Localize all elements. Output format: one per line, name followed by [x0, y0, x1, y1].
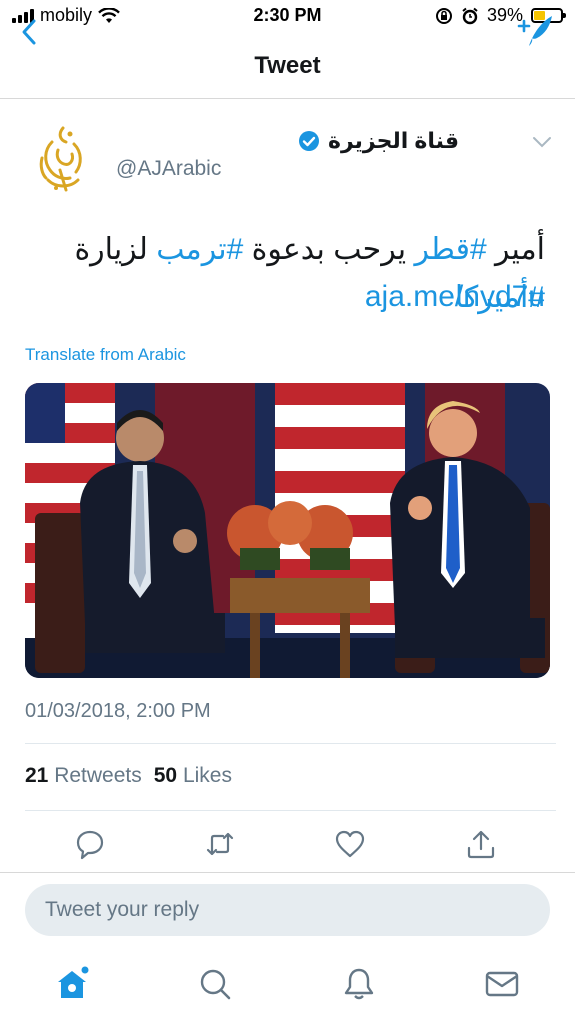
home-icon[interactable] [54, 966, 90, 1002]
tweet-link[interactable]: aja.me/nvd7u [365, 280, 545, 314]
author-name[interactable]: قناة الجزيرة [328, 128, 459, 154]
retweets-label: Retweets [54, 764, 142, 787]
retweets-stat[interactable]: 21 Retweets [25, 764, 142, 788]
search-icon[interactable] [197, 966, 233, 1002]
back-chevron-icon[interactable] [14, 16, 46, 48]
verified-badge-icon [298, 131, 319, 151]
like-icon[interactable] [334, 828, 366, 860]
retweets-count: 21 [25, 764, 49, 787]
avatar[interactable] [30, 122, 96, 194]
rotation-lock-icon [435, 7, 452, 24]
tweet-photo[interactable] [25, 383, 550, 678]
hashtag-link[interactable]: #ترمب [156, 233, 243, 266]
tweet-stats: 21 Retweets 50 Likes [25, 764, 232, 788]
reply-field[interactable] [25, 884, 550, 936]
alarm-icon [462, 7, 478, 24]
text-part: يرحب بدعوة [243, 233, 415, 266]
author-handle[interactable]: @AJArabic [116, 157, 221, 181]
messages-icon[interactable] [484, 966, 520, 1002]
author-name-row: قناة الجزيرة [298, 128, 459, 154]
page-title: Tweet [254, 52, 321, 79]
reply-input[interactable] [25, 884, 545, 936]
reply-icon[interactable] [74, 828, 106, 860]
share-icon[interactable] [465, 828, 497, 860]
divider [25, 743, 556, 744]
translate-link[interactable]: Translate from Arabic [25, 345, 186, 365]
status-bar: mobily 2:30 PM 39% [0, 0, 575, 34]
nav-bar: Tweet [0, 34, 575, 99]
likes-stat[interactable]: 50 Likes [154, 764, 232, 788]
notifications-icon[interactable] [341, 966, 377, 1002]
divider [25, 810, 556, 811]
likes-label: Likes [182, 764, 232, 787]
chevron-down-icon[interactable] [530, 132, 554, 152]
text-part: أمير [486, 233, 545, 266]
compose-tweet-icon[interactable] [515, 12, 555, 50]
likes-count: 50 [153, 764, 178, 787]
text-part: لزيارة [74, 233, 157, 266]
tweet-timestamp: 01/03/2018, 2:00 PM [25, 700, 211, 722]
retweet-icon[interactable] [204, 828, 236, 860]
hashtag-link[interactable]: #قطر [414, 233, 486, 266]
